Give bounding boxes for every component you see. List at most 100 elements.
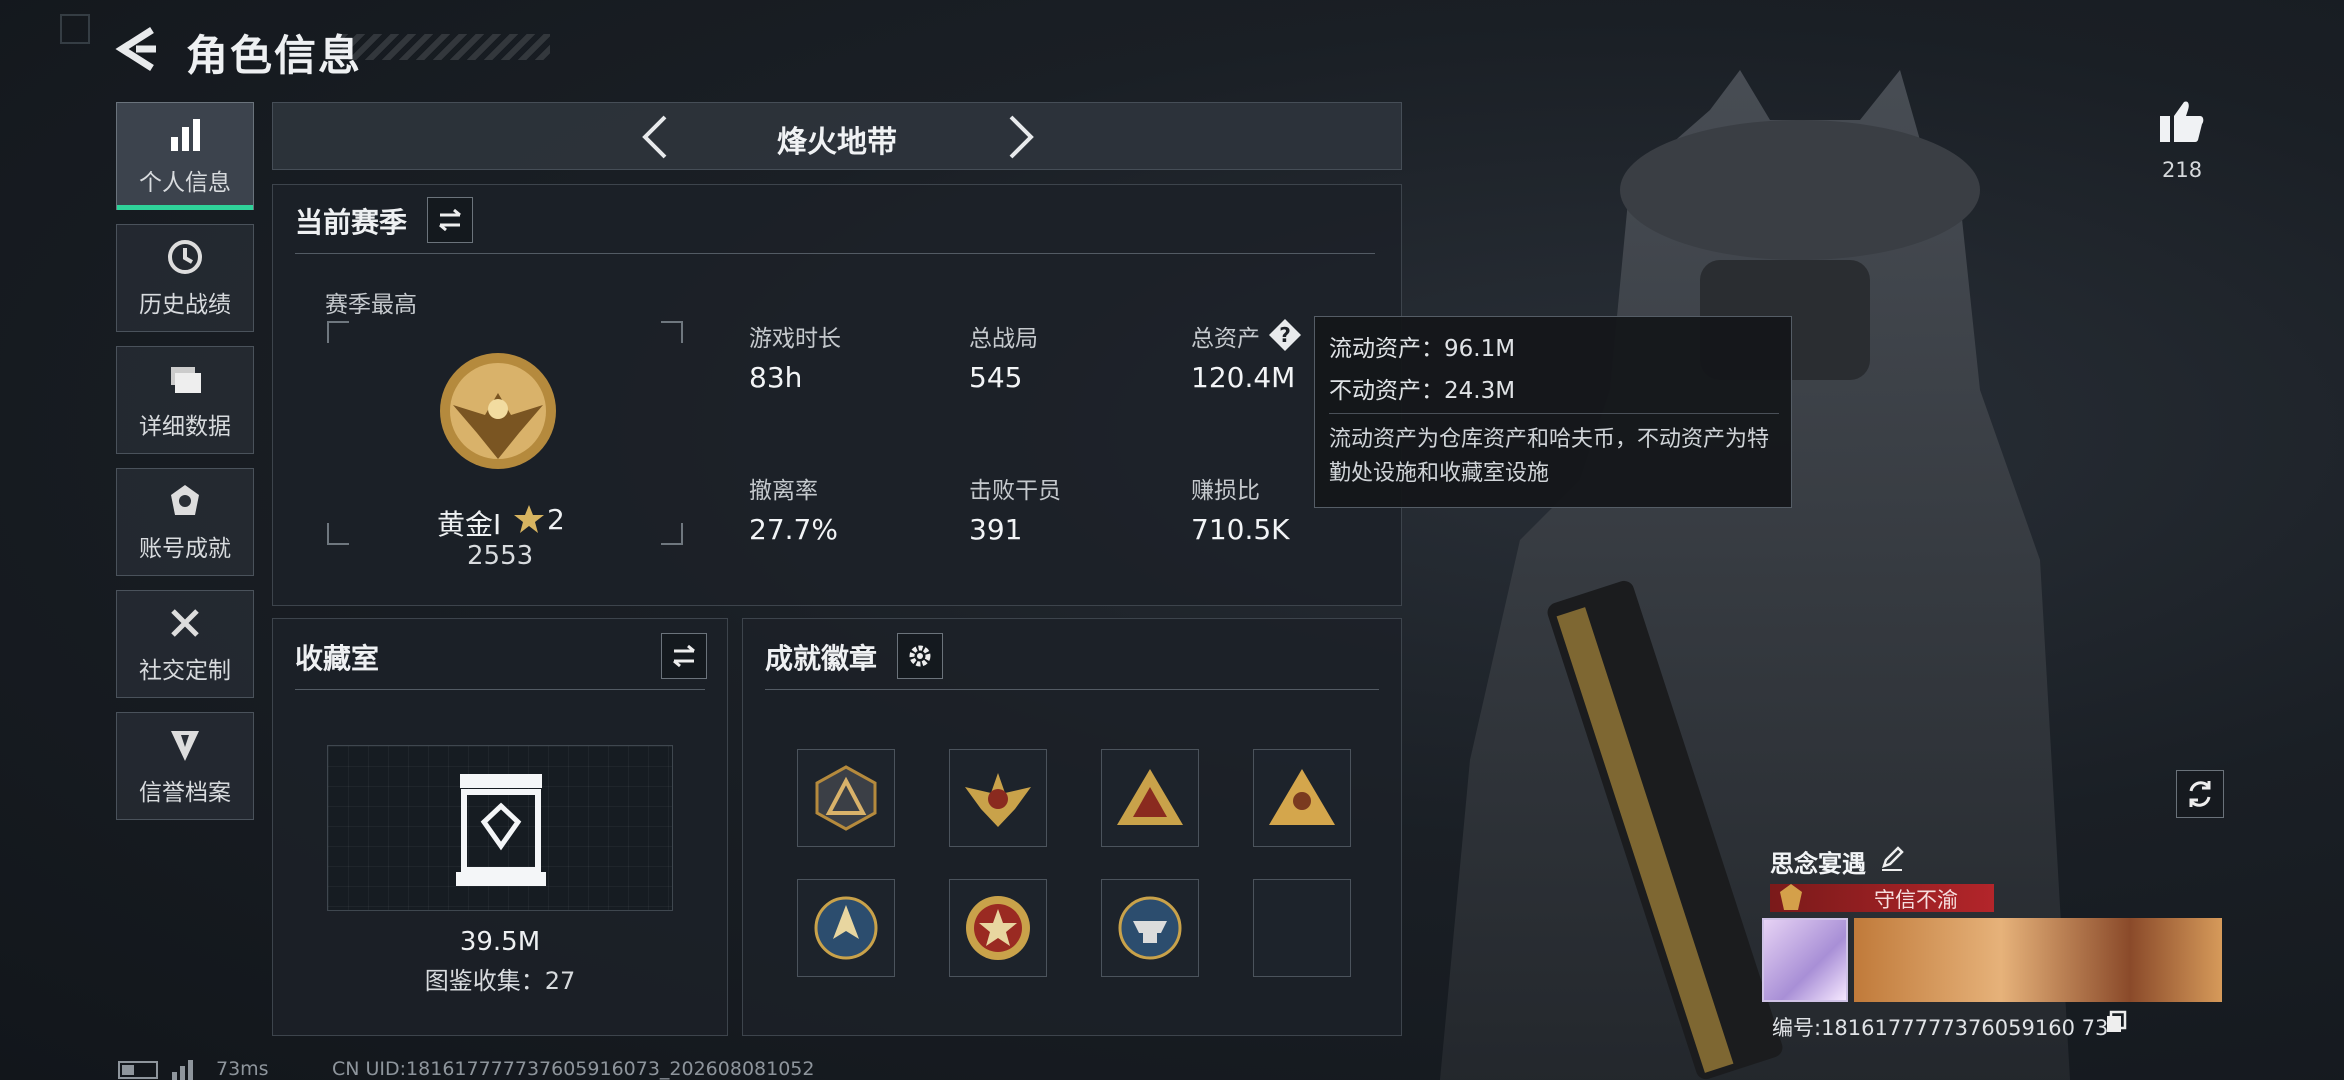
badge-slot[interactable] bbox=[949, 879, 1047, 977]
refresh-icon bbox=[2189, 781, 2211, 807]
nav-item-account-achievement[interactable]: 账号成就 bbox=[116, 468, 254, 576]
triangle-badge-icon bbox=[815, 765, 877, 831]
stat-value: 391 bbox=[969, 513, 1023, 546]
uid-text: CN UID:181617777737605916073_20260808105… bbox=[332, 1058, 815, 1080]
stat-label: 击败干员 bbox=[969, 478, 1061, 504]
stat-label: 总资产 bbox=[1191, 326, 1260, 352]
stat-value: 710.5K bbox=[1191, 513, 1290, 546]
battery-icon bbox=[118, 1061, 158, 1079]
like-count: 218 bbox=[2162, 158, 2203, 182]
bar-chart-icon bbox=[171, 119, 200, 151]
nav-item-detailed-data[interactable]: 详细数据 bbox=[116, 346, 254, 454]
badge-slot[interactable] bbox=[797, 749, 895, 847]
nav-item-label: 社交定制 bbox=[139, 658, 231, 684]
tooltip-liquid-assets: 流动资产：96.1M bbox=[1329, 336, 1516, 362]
title-stripe-decoration bbox=[340, 34, 550, 60]
refresh-button[interactable] bbox=[2176, 770, 2224, 818]
collection-catalog: 图鉴收集：27 bbox=[424, 967, 576, 995]
stat-value: 27.7% bbox=[749, 513, 838, 546]
stat-label: 撤离率 bbox=[749, 478, 818, 504]
title-emblem-icon bbox=[1780, 884, 1802, 910]
eagle-crest-badge-icon bbox=[965, 773, 1031, 827]
svg-text:?: ? bbox=[1279, 323, 1291, 347]
thumbs-up-icon[interactable] bbox=[2158, 98, 2206, 144]
nav-item-label: 账号成就 bbox=[139, 536, 231, 562]
badge-slot[interactable] bbox=[949, 749, 1047, 847]
nav-item-label: 历史战绩 bbox=[139, 292, 231, 318]
peak-label: 赛季最高 bbox=[325, 292, 417, 318]
avatar-card[interactable] bbox=[1762, 918, 1848, 1002]
folder-icon bbox=[171, 367, 201, 393]
badges-divider bbox=[765, 689, 1379, 690]
rank-stars: 2 bbox=[547, 503, 565, 536]
mode-title: 烽火地带 bbox=[777, 125, 897, 160]
nav-item-history[interactable]: 历史战绩 bbox=[116, 224, 254, 332]
rank-score: 2553 bbox=[467, 541, 534, 571]
next-mode-arrow-icon[interactable] bbox=[995, 113, 1043, 161]
collection-value: 39.5M bbox=[459, 927, 541, 957]
swap-icon bbox=[673, 644, 695, 668]
nav-item-social-customization[interactable]: 社交定制 bbox=[116, 590, 254, 698]
nav-item-credit-record[interactable]: 信誉档案 bbox=[116, 712, 254, 820]
rank-name: 黄金I bbox=[437, 508, 502, 541]
ping-text: 73ms bbox=[216, 1058, 269, 1080]
back-arrow-icon[interactable] bbox=[112, 24, 162, 74]
nav-item-personal-info[interactable]: 个人信息 bbox=[116, 102, 254, 210]
swap-icon bbox=[439, 208, 461, 232]
stat-value: 83h bbox=[749, 361, 803, 394]
triangle-gold-badge-icon bbox=[1117, 769, 1183, 825]
frame-corner bbox=[327, 321, 349, 343]
badge-slot[interactable] bbox=[1101, 879, 1199, 977]
star-medal-badge-icon bbox=[966, 896, 1030, 960]
achievement-icon bbox=[171, 485, 199, 515]
history-clock-icon bbox=[168, 240, 202, 274]
stat-label: 赚损比 bbox=[1191, 478, 1260, 504]
tooltip-note: 流动资产为仓库资产和哈夫币，不动资产为特勤处设施和收藏室设施 bbox=[1329, 427, 1770, 486]
stat-label: 游戏时长 bbox=[749, 326, 841, 352]
gold-rank-emblem-icon bbox=[440, 353, 556, 469]
season-panel: 当前赛季 赛季最高 黄金I 2 2553 游戏时长 83h 总战局 545 总资… bbox=[272, 184, 1402, 606]
stat-value: 545 bbox=[969, 361, 1023, 394]
frame-corner bbox=[661, 523, 683, 545]
collection-panel: 收藏室 39.5M 图鉴收集：27 bbox=[272, 618, 728, 1036]
season-title: 当前赛季 bbox=[295, 206, 408, 239]
nav-item-label: 个人信息 bbox=[139, 170, 231, 196]
credit-shield-icon bbox=[171, 731, 199, 761]
season-divider bbox=[295, 253, 1375, 254]
badges-settings-button[interactable] bbox=[897, 633, 943, 679]
frame-corner bbox=[327, 523, 349, 545]
collection-preview[interactable] bbox=[327, 745, 673, 911]
page-title: 角色信息 bbox=[186, 31, 363, 80]
asset-tooltip: 流动资产：96.1M 不动资产：24.3M 流动资产为仓库资产和哈夫币，不动资产… bbox=[1314, 316, 1792, 508]
nav-item-label: 详细数据 bbox=[139, 414, 231, 440]
nav-item-label: 信誉档案 bbox=[139, 780, 231, 806]
help-question-icon[interactable]: ? bbox=[1267, 317, 1303, 353]
badge-slot[interactable] bbox=[1253, 749, 1351, 847]
edit-pencil-icon[interactable] bbox=[1878, 844, 1906, 872]
name-card-banner[interactable] bbox=[1854, 918, 2222, 1002]
empty-badge-slot[interactable] bbox=[1253, 879, 1351, 977]
badges-panel: 成就徽章 bbox=[742, 618, 1402, 1036]
arrow-circle-badge-icon bbox=[814, 896, 878, 960]
player-id: 编号:1816177777376059160 73 bbox=[1772, 1016, 2109, 1040]
mode-selector: 烽火地带 bbox=[272, 102, 1402, 170]
badge-slot[interactable] bbox=[797, 879, 895, 977]
anvil-badge-icon bbox=[1118, 896, 1182, 960]
collection-title: 收藏室 bbox=[295, 642, 380, 675]
frame-corner bbox=[661, 321, 683, 343]
star-icon bbox=[514, 505, 544, 533]
player-name: 思念宴遇 bbox=[1770, 850, 1866, 878]
tooltip-divider bbox=[1329, 413, 1779, 414]
tools-icon bbox=[171, 609, 199, 637]
display-case-icon bbox=[456, 774, 546, 886]
copy-icon[interactable] bbox=[2104, 1010, 2128, 1034]
signal-icon bbox=[172, 1060, 193, 1080]
stat-label: 总战局 bbox=[969, 326, 1038, 352]
season-swap-button[interactable] bbox=[427, 197, 473, 243]
badge-slot[interactable] bbox=[1101, 749, 1199, 847]
tooltip-fixed-assets: 不动资产：24.3M bbox=[1329, 378, 1516, 404]
gear-icon bbox=[909, 645, 931, 667]
collection-divider bbox=[295, 689, 705, 690]
collection-swap-button[interactable] bbox=[661, 633, 707, 679]
stat-value: 120.4M bbox=[1191, 361, 1296, 394]
